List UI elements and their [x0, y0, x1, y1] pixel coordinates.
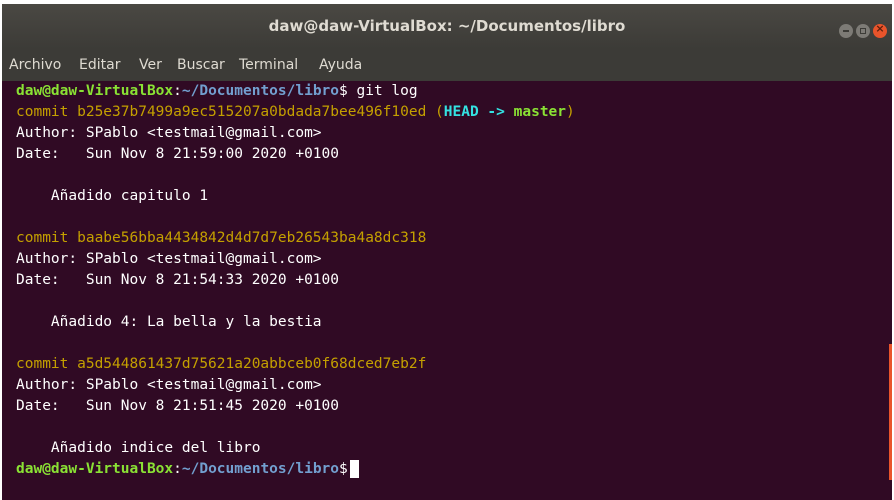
minimize-button[interactable]	[839, 24, 853, 38]
command-text: git log	[347, 83, 418, 99]
date-line: Date: Sun Nov 8 21:51:45 2020 +0100	[16, 398, 340, 414]
message-line: Añadido capitulo 1	[16, 188, 209, 204]
head-ref: HEAD ->	[443, 104, 514, 120]
prompt-symbol: $	[339, 83, 348, 99]
message-line: Añadido indice del libro	[16, 440, 261, 456]
menu-buscar[interactable]: Buscar	[177, 49, 225, 81]
author-line: Author: SPablo <testmail@gmail.com>	[16, 125, 322, 141]
prompt-symbol: $	[339, 461, 348, 477]
scrollbar[interactable]	[889, 344, 892, 480]
commit-line: commit a5d544861437d75621a20abbceb0f68dc…	[2, 354, 892, 375]
prompt-path: ~/Documentos/libro	[181, 83, 340, 99]
prompt-path: ~/Documentos/libro	[181, 461, 340, 477]
close-icon: ×	[875, 22, 885, 35]
menu-editar[interactable]: Editar	[79, 49, 120, 81]
menu-archivo[interactable]: Archivo	[9, 49, 61, 81]
title-bar[interactable]: daw@daw-VirtualBox: ~/Documentos/libro ×	[2, 4, 892, 49]
text-cursor	[349, 460, 359, 478]
maximize-icon	[860, 28, 866, 34]
window-title: daw@daw-VirtualBox: ~/Documentos/libro	[268, 17, 626, 35]
terminal-output[interactable]: daw@daw-VirtualBox:~/Documentos/libro$ g…	[2, 81, 892, 500]
date-line: Date: Sun Nov 8 21:59:00 2020 +0100	[16, 146, 340, 162]
menu-ayuda[interactable]: Ayuda	[319, 49, 362, 81]
commit-line: commit baabe56bba4434842d4d7d7eb26543ba4…	[2, 228, 892, 249]
menu-bar: Archivo Editar Ver Buscar Terminal Ayuda	[2, 49, 892, 81]
ref-open-paren: (	[426, 104, 444, 120]
close-button[interactable]: ×	[873, 22, 887, 38]
branch-ref: master	[513, 104, 567, 120]
commit-hash: commit b25e37b7499a9ec515207a0bdada7bee4…	[16, 104, 427, 120]
terminal-window: daw@daw-VirtualBox: ~/Documentos/libro ×…	[2, 4, 892, 500]
menu-ver[interactable]: Ver	[139, 49, 162, 81]
date-line: Date: Sun Nov 8 21:54:33 2020 +0100	[16, 272, 340, 288]
prompt-user-host: daw@daw-VirtualBox	[16, 83, 174, 99]
message-line: Añadido 4: La bella y la bestia	[16, 314, 322, 330]
prompt-colon: :	[173, 461, 182, 477]
prompt-line: daw@daw-VirtualBox:~/Documentos/libro$ g…	[2, 81, 892, 102]
minimize-icon	[843, 30, 849, 32]
ref-close-paren: )	[566, 104, 575, 120]
author-line: Author: SPablo <testmail@gmail.com>	[16, 251, 322, 267]
prompt-colon: :	[173, 83, 182, 99]
menu-terminal[interactable]: Terminal	[239, 49, 298, 81]
prompt-line: daw@daw-VirtualBox:~/Documentos/libro$	[2, 459, 892, 480]
prompt-user-host: daw@daw-VirtualBox	[16, 461, 174, 477]
commit-hash: commit a5d544861437d75621a20abbceb0f68dc…	[16, 356, 427, 372]
commit-hash: commit baabe56bba4434842d4d7d7eb26543ba4…	[16, 230, 427, 246]
author-line: Author: SPablo <testmail@gmail.com>	[16, 377, 322, 393]
maximize-button[interactable]	[856, 24, 870, 38]
commit-line: commit b25e37b7499a9ec515207a0bdada7bee4…	[2, 102, 892, 123]
